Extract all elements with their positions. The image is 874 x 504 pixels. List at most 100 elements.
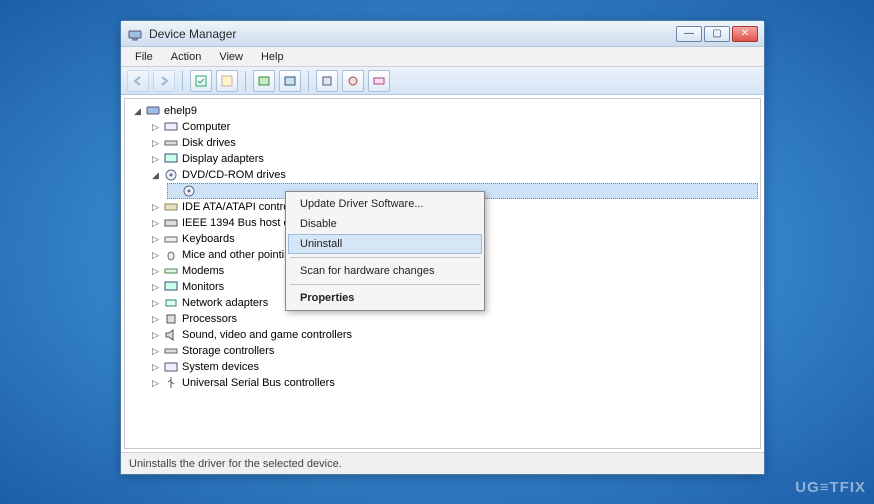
watermark: UG≡TFIX: [795, 479, 866, 496]
ieee-icon: [163, 215, 179, 231]
tree-label: Sound, video and game controllers: [182, 327, 352, 343]
collapse-icon[interactable]: ◢: [133, 107, 142, 116]
expand-icon[interactable]: ▷: [151, 203, 160, 212]
maximize-button[interactable]: ▢: [704, 26, 730, 42]
tree-item-system[interactable]: ▷ System devices: [149, 359, 758, 375]
expand-icon[interactable]: ▷: [151, 347, 160, 356]
disk-icon: [163, 135, 179, 151]
expand-icon[interactable]: ▷: [151, 235, 160, 244]
toolbar-forward-button[interactable]: [153, 70, 175, 92]
window-buttons: — ▢ ✕: [676, 26, 758, 42]
context-menu-separator: [290, 257, 480, 258]
tree-label: Computer: [182, 119, 230, 135]
device-manager-window: Device Manager — ▢ ✕ File Action View He…: [120, 20, 765, 475]
tree-label: Disk drives: [182, 135, 236, 151]
tree-item-storage[interactable]: ▷ Storage controllers: [149, 343, 758, 359]
keyboard-icon: [163, 231, 179, 247]
dvd-icon: [163, 167, 179, 183]
sound-icon: [163, 327, 179, 343]
tree-label: IDE ATA/ATAPI controll: [182, 199, 294, 215]
modem-icon: [163, 263, 179, 279]
tree-label: Network adapters: [182, 295, 268, 311]
computer-icon: [163, 119, 179, 135]
context-menu-disable[interactable]: Disable: [288, 214, 482, 234]
toolbar-button-8[interactable]: [342, 70, 364, 92]
expand-icon[interactable]: ▷: [151, 331, 160, 340]
tree-root-label: ehelp9: [164, 103, 197, 119]
toolbar-back-button[interactable]: [127, 70, 149, 92]
tree-label: Mice and other pointing: [182, 247, 296, 263]
expand-icon[interactable]: ▷: [151, 299, 160, 308]
window-title: Device Manager: [149, 27, 676, 41]
context-menu: Update Driver Software... Disable Uninst…: [285, 191, 485, 311]
tree-item-display[interactable]: ▷ Display adapters: [149, 151, 758, 167]
expand-icon[interactable]: ▷: [151, 283, 160, 292]
expand-icon[interactable]: ▷: [151, 315, 160, 324]
statusbar-text: Uninstalls the driver for the selected d…: [129, 458, 342, 470]
tree-label: Monitors: [182, 279, 224, 295]
menu-file[interactable]: File: [127, 49, 161, 65]
ide-icon: [163, 199, 179, 215]
tree-pane[interactable]: ◢ ehelp9 ▷ Computer ▷ Disk drives ▷ Display…: [124, 98, 761, 449]
toolbar-button-6[interactable]: [279, 70, 301, 92]
tree-label: Processors: [182, 311, 237, 327]
expand-icon[interactable]: ▷: [151, 363, 160, 372]
tree-item-sound[interactable]: ▷ Sound, video and game controllers: [149, 327, 758, 343]
toolbar-separator: [182, 71, 183, 91]
expand-icon[interactable]: ▷: [151, 251, 160, 260]
menu-help[interactable]: Help: [253, 49, 292, 65]
tree-label: Modems: [182, 263, 224, 279]
toolbar-button-7[interactable]: [316, 70, 338, 92]
menu-action[interactable]: Action: [163, 49, 210, 65]
display-icon: [163, 151, 179, 167]
minimize-button[interactable]: —: [676, 26, 702, 42]
expand-icon[interactable]: ▷: [151, 155, 160, 164]
toolbar-button-9[interactable]: [368, 70, 390, 92]
toolbar-button-3[interactable]: [190, 70, 212, 92]
menu-view[interactable]: View: [211, 49, 251, 65]
tree-item-usb[interactable]: ▷ Universal Serial Bus controllers: [149, 375, 758, 391]
toolbar-button-5[interactable]: [253, 70, 275, 92]
expand-icon[interactable]: ▷: [151, 219, 160, 228]
expand-icon[interactable]: ▷: [151, 139, 160, 148]
tree-label: DVD/CD-ROM drives: [182, 167, 286, 183]
system-icon: [163, 359, 179, 375]
expand-icon[interactable]: ▷: [151, 267, 160, 276]
tree-label: Storage controllers: [182, 343, 274, 359]
tree-root[interactable]: ◢ ehelp9: [131, 103, 758, 119]
statusbar: Uninstalls the driver for the selected d…: [121, 452, 764, 474]
app-icon: [127, 26, 143, 42]
tree-item-dvd[interactable]: ◢ DVD/CD-ROM drives: [149, 167, 758, 183]
expand-icon[interactable]: ▷: [151, 379, 160, 388]
processor-icon: [163, 311, 179, 327]
expand-icon[interactable]: ▷: [151, 123, 160, 132]
computer-icon: [145, 103, 161, 119]
tree-label: System devices: [182, 359, 259, 375]
storage-icon: [163, 343, 179, 359]
dvd-icon: [181, 183, 197, 199]
context-menu-scan[interactable]: Scan for hardware changes: [288, 261, 482, 281]
tree-item-processors[interactable]: ▷ Processors: [149, 311, 758, 327]
menubar: File Action View Help: [121, 47, 764, 67]
leaf-icon: [169, 187, 178, 196]
toolbar-button-4[interactable]: [216, 70, 238, 92]
toolbar-separator: [245, 71, 246, 91]
tree-label: Universal Serial Bus controllers: [182, 375, 335, 391]
context-menu-properties[interactable]: Properties: [288, 288, 482, 308]
context-menu-update[interactable]: Update Driver Software...: [288, 194, 482, 214]
tree-item-disk[interactable]: ▷ Disk drives: [149, 135, 758, 151]
mouse-icon: [163, 247, 179, 263]
tree-label: Display adapters: [182, 151, 264, 167]
tree-item-computer[interactable]: ▷ Computer: [149, 119, 758, 135]
toolbar: [121, 67, 764, 95]
context-menu-uninstall[interactable]: Uninstall: [288, 234, 482, 254]
context-menu-separator: [290, 284, 480, 285]
collapse-icon[interactable]: ◢: [151, 171, 160, 180]
usb-icon: [163, 375, 179, 391]
monitor-icon: [163, 279, 179, 295]
titlebar[interactable]: Device Manager — ▢ ✕: [121, 21, 764, 47]
network-icon: [163, 295, 179, 311]
tree-label: Keyboards: [182, 231, 235, 247]
toolbar-separator: [308, 71, 309, 91]
close-button[interactable]: ✕: [732, 26, 758, 42]
